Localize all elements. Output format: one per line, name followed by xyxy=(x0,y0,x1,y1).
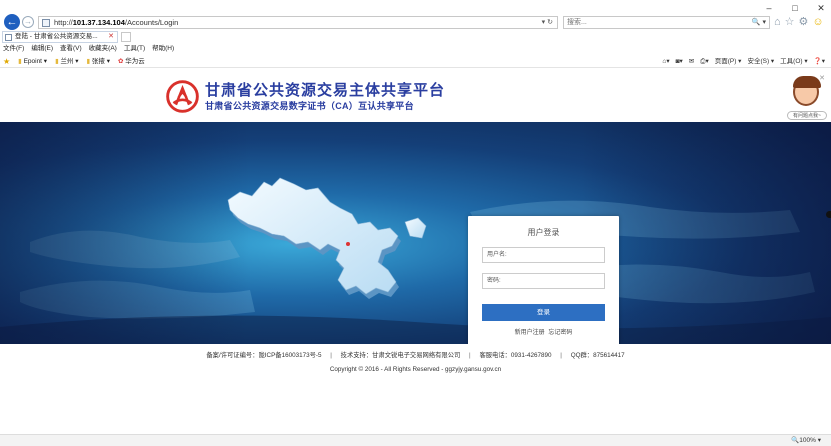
footer-qq: QQ群：875614417 xyxy=(570,352,625,359)
side-handle[interactable] xyxy=(826,211,831,218)
login-links: 新用户注册 忘记密码 xyxy=(468,327,619,336)
login-panel: 用户登录 用户名: 密码: 登录 新用户注册 忘记密码 xyxy=(468,216,619,344)
safety-menu[interactable]: 安全(S) ▾ xyxy=(747,56,774,67)
close-icon[interactable]: ✕ xyxy=(819,74,825,82)
search-icon[interactable]: 🔍 ▾ xyxy=(752,17,766,28)
tools-menu[interactable]: 工具(O) ▾ xyxy=(780,56,807,67)
search-input[interactable] xyxy=(564,17,714,28)
tab-login[interactable]: 登陆 - 甘肃省公共资源交易... ✕ xyxy=(2,31,118,43)
print-command[interactable]: ⎙▾ xyxy=(700,56,708,67)
site-title: 甘肃省公共资源交易主体共享平台 xyxy=(205,82,446,99)
menu-bar: 文件(F) 编辑(E) 查看(V) 收藏夹(A) 工具(T) 帮助(H) xyxy=(3,44,174,54)
footer-tech-support: 技术支持：甘肃文锐电子交易网络有限公司 xyxy=(340,352,461,359)
footer-separator: | xyxy=(330,352,332,359)
menu-file[interactable]: 文件(F) xyxy=(3,44,24,54)
footer-info: 备案/许可证编号：陇ICP备16003173号-5 | 技术支持：甘肃文锐电子交… xyxy=(0,350,831,359)
favorite-lanzhou[interactable]: ▮ 兰州 ▾ xyxy=(55,56,78,67)
favorites-star-icon[interactable]: ☆ xyxy=(785,15,795,29)
username-field[interactable]: 用户名: xyxy=(482,247,605,263)
footer-hotline: 客服电话：0931-4267890 xyxy=(479,352,552,359)
feedback-smiley-icon[interactable]: ☺ xyxy=(812,15,823,29)
page-content: 甘肃省公共资源交易主体共享平台 甘肃省公共资源交易数字证书（CA）互认共享平台 … xyxy=(0,70,831,446)
command-bar: ⌂▾ ◙▾ ✉ ⎙▾ 页面(P) ▾ 安全(S) ▾ 工具(O) ▾ ❓▾ xyxy=(662,56,825,67)
favorites-star-icon[interactable]: ★ xyxy=(3,56,10,67)
menu-tools[interactable]: 工具(T) xyxy=(124,44,145,54)
back-button[interactable]: ← xyxy=(4,14,20,30)
favorite-zhangye[interactable]: ▮ 张掖 ▾ xyxy=(87,56,110,67)
login-button[interactable]: 登录 xyxy=(482,304,605,321)
footer-separator: | xyxy=(560,352,562,359)
menu-favorites[interactable]: 收藏夹(A) xyxy=(89,44,117,54)
menu-help[interactable]: 帮助(H) xyxy=(152,44,174,54)
home-command[interactable]: ⌂▾ xyxy=(662,56,669,67)
assistant-avatar-icon[interactable] xyxy=(793,76,821,106)
zoom-control[interactable]: 🔍100% ▾ xyxy=(791,436,821,446)
browser-right-icons: ⌂ ☆ ⚙ ☺ xyxy=(774,15,824,29)
site-logo-icon xyxy=(166,80,199,113)
refresh-icon[interactable]: ▾ ↻ xyxy=(542,18,553,28)
menu-view[interactable]: 查看(V) xyxy=(60,44,82,54)
password-label: 密码: xyxy=(487,278,501,284)
page-menu[interactable]: 页面(P) ▾ xyxy=(715,56,742,67)
footer-license: 备案/许可证编号：陇ICP备16003173号-5 xyxy=(206,352,322,359)
settings-gear-icon[interactable]: ⚙ xyxy=(799,15,809,29)
password-field[interactable]: 密码: xyxy=(482,273,605,289)
mail-icon[interactable]: ✉ xyxy=(689,56,694,67)
favorite-epoint[interactable]: ▮ Epoint ▾ xyxy=(18,56,47,67)
folder-icon: ▮ xyxy=(86,58,91,65)
home-icon[interactable]: ⌂ xyxy=(774,15,781,29)
new-tab-button[interactable] xyxy=(121,32,131,42)
menu-edit[interactable]: 编辑(E) xyxy=(31,44,53,54)
page-icon xyxy=(5,34,12,41)
footer-copyright: Copyright © 2016 - All Rights Reserved -… xyxy=(329,366,502,373)
tab-row: 登陆 - 甘肃省公共资源交易... ✕ xyxy=(0,31,831,43)
address-url[interactable]: http://101.37.134.104/Accounts/Login xyxy=(54,18,178,28)
username-input[interactable] xyxy=(508,249,589,261)
address-bar[interactable]: http://101.37.134.104/Accounts/Login ▾ ↻ xyxy=(38,16,558,29)
forward-button[interactable]: → xyxy=(22,16,34,28)
footer-separator: | xyxy=(469,352,471,359)
register-link[interactable]: 新用户注册 xyxy=(515,330,545,336)
folder-icon: ▮ xyxy=(18,58,22,65)
address-row: ← → http://101.37.134.104/Accounts/Login… xyxy=(0,13,831,31)
gansu-province-map xyxy=(227,177,427,299)
search-box[interactable]: 🔍 ▾ xyxy=(563,16,770,29)
folder-icon: ▮ xyxy=(55,58,59,65)
site-subtitle: 甘肃省公共资源交易数字证书（CA）互认共享平台 xyxy=(205,101,414,111)
zoom-level: 🔍100% xyxy=(791,437,816,444)
zoom-menu-icon: ▾ xyxy=(817,437,821,444)
tab-title: 登陆 - 甘肃省公共资源交易... xyxy=(15,33,98,40)
username-label: 用户名: xyxy=(487,252,507,258)
favorite-huaweicloud[interactable]: ✿ 华为云 xyxy=(118,56,145,67)
huawei-icon: ✿ xyxy=(118,58,124,65)
login-title: 用户登录 xyxy=(527,228,560,237)
status-bar: 🔍100% ▾ xyxy=(0,434,831,446)
hero-banner: 用户登录 用户名: 密码: 登录 新用户注册 忘记密码 xyxy=(0,122,831,344)
assistant-label[interactable]: 有问题点我~ xyxy=(787,111,827,120)
help-assistant[interactable]: ✕ 有问题点我~ xyxy=(787,74,827,124)
favorites-bar: ★ ▮ Epoint ▾ ▮ 兰州 ▾ ▮ 张掖 ▾ ✿ 华为云 ⌂▾ ◙▾ ✉… xyxy=(0,56,831,68)
page-icon xyxy=(42,19,50,27)
help-command[interactable]: ❓▾ xyxy=(814,56,825,67)
help-icon: ❓ xyxy=(813,58,822,65)
close-tab-icon[interactable]: ✕ xyxy=(108,32,114,42)
forgot-password-link[interactable]: 忘记密码 xyxy=(548,330,572,336)
password-input[interactable] xyxy=(502,275,583,287)
site-header: 甘肃省公共资源交易主体共享平台 甘肃省公共资源交易数字证书（CA）互认共享平台 … xyxy=(0,70,831,122)
feeds-command[interactable]: ◙▾ xyxy=(676,56,683,67)
